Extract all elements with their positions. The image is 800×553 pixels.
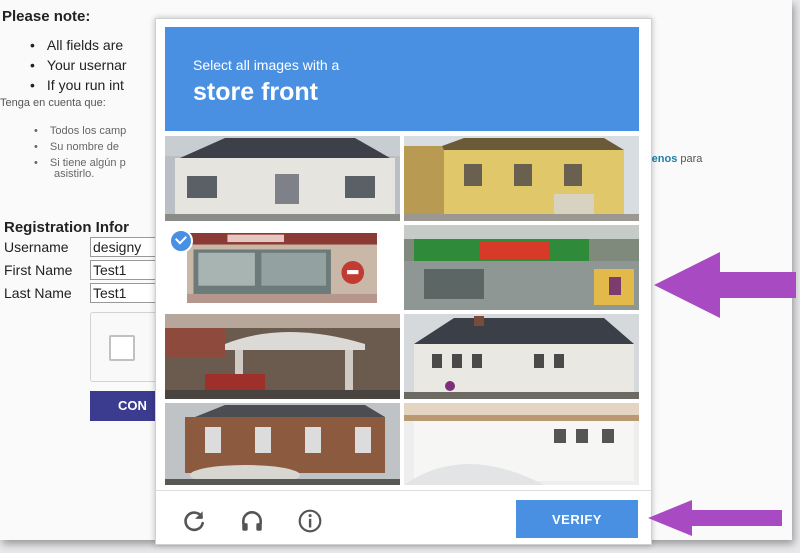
image-tile[interactable] xyxy=(165,136,400,221)
image-tile-selected[interactable] xyxy=(165,225,400,310)
tile-image xyxy=(165,403,400,485)
annotation-arrow-icon xyxy=(648,500,782,536)
note-item-es: Su nombre de xyxy=(34,140,126,156)
info-button[interactable] xyxy=(292,503,328,539)
annotation-arrow-icon xyxy=(654,252,796,318)
tile-image xyxy=(404,136,639,221)
image-tile[interactable] xyxy=(404,136,639,221)
reload-button[interactable] xyxy=(176,503,212,539)
footer-divider xyxy=(156,490,651,491)
tile-image xyxy=(187,233,377,303)
image-tile[interactable] xyxy=(165,403,400,485)
selected-check-icon xyxy=(169,229,193,253)
tile-image xyxy=(404,225,639,310)
last-name-input[interactable]: Test1 xyxy=(90,283,158,303)
audio-challenge-button[interactable] xyxy=(234,503,270,539)
info-icon xyxy=(298,509,322,533)
username-row: Username designy xyxy=(4,236,158,258)
notes-es-list: Todos los camp Su nombre de Si tiene alg… xyxy=(34,124,126,172)
contact-text: tenos para xyxy=(648,153,702,165)
captcha-challenge-dialog: Select all images with a store front VER… xyxy=(155,18,652,545)
reload-icon xyxy=(184,511,204,532)
notes-en-list: All fields are Your usernar If you run i… xyxy=(30,36,127,96)
note-title: Please note: xyxy=(2,8,91,25)
username-input[interactable]: designy xyxy=(90,237,158,257)
captcha-instructions: Select all images with a store front xyxy=(165,27,639,131)
last-name-row: Last Name Test1 xyxy=(4,282,158,304)
image-grid xyxy=(165,136,639,485)
first-name-input[interactable]: Test1 xyxy=(90,260,158,280)
verify-button[interactable]: VERIFY xyxy=(516,500,638,538)
first-name-label: First Name xyxy=(4,262,73,278)
instruction-text: Select all images with a xyxy=(193,57,340,73)
note-title-es: Tenga en cuenta que: xyxy=(0,97,106,109)
recaptcha-widget xyxy=(90,312,162,382)
note-item: If you run int xyxy=(30,76,127,96)
image-tile[interactable] xyxy=(165,314,400,399)
continue-button[interactable]: CON xyxy=(90,391,160,421)
last-name-label: Last Name xyxy=(4,285,72,301)
note-item: Your usernar xyxy=(30,56,127,76)
registration-title: Registration Infor xyxy=(4,219,130,236)
username-label: Username xyxy=(4,239,69,255)
instruction-target: store front xyxy=(193,78,318,106)
note-item: All fields are xyxy=(30,36,127,56)
image-tile[interactable] xyxy=(404,225,639,310)
contact-link[interactable]: tenos xyxy=(648,153,677,165)
tile-image xyxy=(404,403,639,485)
image-tile[interactable] xyxy=(404,314,639,399)
first-name-row: First Name Test1 xyxy=(4,259,158,281)
contact-suffix: para xyxy=(680,153,703,165)
headphones-icon xyxy=(242,511,262,531)
note-continuation: asistirlo. xyxy=(54,168,95,180)
note-item-es: Todos los camp xyxy=(34,124,126,140)
image-tile[interactable] xyxy=(404,403,639,485)
tile-image xyxy=(165,314,400,399)
tile-image xyxy=(165,136,400,221)
tile-image xyxy=(404,314,639,399)
recaptcha-checkbox[interactable] xyxy=(109,335,135,361)
